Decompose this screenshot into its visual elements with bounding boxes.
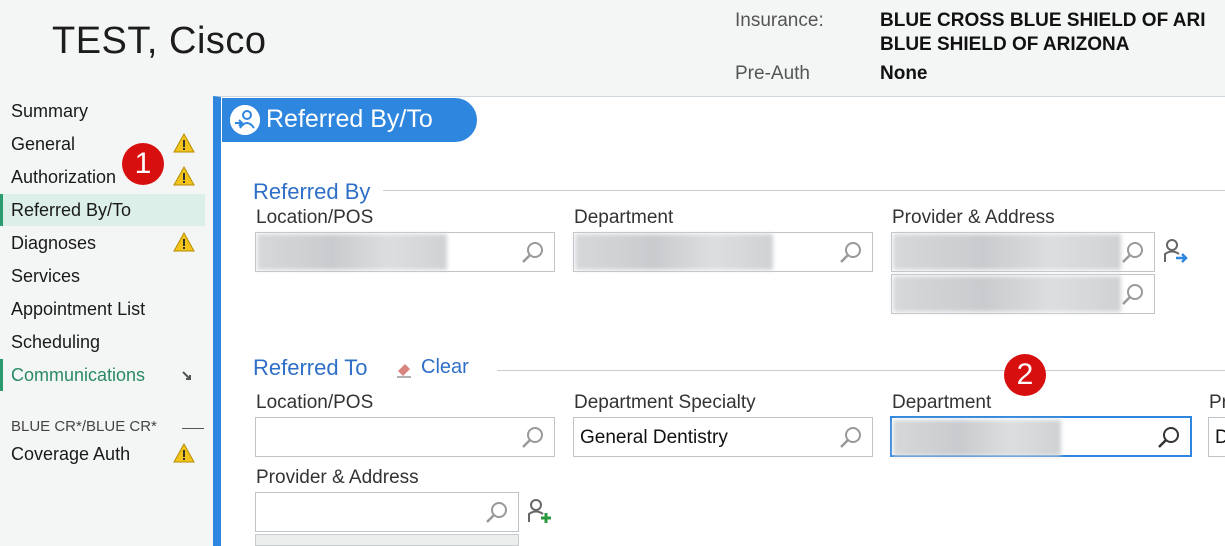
- search-icon[interactable]: [1156, 425, 1182, 451]
- sidebar-item-communications[interactable]: Communications: [0, 359, 205, 391]
- search-icon[interactable]: [520, 425, 546, 451]
- department-specialty-input[interactable]: General Dentistry: [573, 417, 873, 457]
- add-provider-icon[interactable]: [526, 498, 554, 526]
- callout-badge-1: 1: [122, 143, 164, 185]
- referred-by-department-input[interactable]: [573, 232, 873, 272]
- referred-to-provider-label: Provider & Address: [256, 467, 419, 488]
- referred-to-department-label: Department: [892, 392, 992, 413]
- sidebar-nav: Summary General Authorization Referred B…: [0, 96, 210, 546]
- preauth-value: None: [880, 63, 928, 84]
- referred-by-location-label: Location/POS: [256, 207, 374, 228]
- sidebar-item-label: Diagnoses: [11, 233, 97, 253]
- referred-to-location-label: Location/POS: [256, 392, 374, 413]
- department-specialty-value: General Dentistry: [580, 427, 728, 448]
- referred-by-address-input[interactable]: [891, 274, 1155, 314]
- referred-by-provider-label: Provider & Address: [892, 207, 1055, 228]
- search-icon[interactable]: [838, 240, 864, 266]
- sidebar-item-diagnoses[interactable]: Diagnoses: [0, 227, 205, 259]
- provider-link-icon[interactable]: [1162, 238, 1190, 266]
- provider-partial-value: D: [1215, 427, 1225, 448]
- sidebar-item-authorization[interactable]: Authorization: [0, 161, 205, 193]
- referred-by-provider-input[interactable]: [891, 232, 1155, 272]
- search-icon[interactable]: [1120, 240, 1146, 266]
- referred-by-department-label: Department: [574, 207, 674, 228]
- referred-to-provider-partial-input[interactable]: D: [1208, 417, 1225, 457]
- referred-by-title: Referred By: [253, 179, 371, 204]
- warning-icon: [173, 133, 195, 153]
- sidebar-item-label: Services: [11, 266, 81, 286]
- referred-to-divider: [497, 370, 1225, 371]
- search-icon[interactable]: [520, 240, 546, 266]
- insurance-section-label: BLUE CR*/BLUE CR*: [11, 418, 157, 435]
- referred-to-department-input[interactable]: [890, 416, 1192, 457]
- referred-to-address-input[interactable]: [255, 534, 519, 546]
- sidebar-item-label: Appointment List: [11, 299, 146, 319]
- redacted-value: [893, 420, 1061, 456]
- panel-tab-header: Referred By/To: [222, 98, 477, 142]
- warning-icon: [173, 232, 195, 252]
- redacted-value: [893, 234, 1121, 270]
- search-icon[interactable]: [1120, 282, 1146, 308]
- sidebar-item-label: General: [11, 134, 76, 154]
- search-icon[interactable]: [484, 500, 510, 526]
- sidebar-item-label: Referred By/To: [11, 200, 132, 220]
- sidebar-item-label: Coverage Auth: [11, 444, 131, 464]
- insurance-value-line2: BLUE SHIELD OF ARIZONA: [880, 34, 1130, 55]
- patient-name: TEST, Cisco: [52, 20, 267, 62]
- search-icon[interactable]: [838, 425, 864, 451]
- referred-by-location-input[interactable]: [255, 232, 555, 272]
- sidebar-item-appointment-list[interactable]: Appointment List: [0, 293, 205, 325]
- insurance-value-line1: BLUE CROSS BLUE SHIELD OF ARI: [880, 10, 1206, 31]
- sidebar-item-general[interactable]: General: [0, 128, 205, 160]
- patient-header: TEST, Cisco Insurance: BLUE CROSS BLUE S…: [0, 0, 1225, 96]
- sidebar-item-coverage-auth[interactable]: Coverage Auth: [0, 438, 205, 470]
- redacted-value: [257, 234, 447, 270]
- insurance-label: Insurance:: [735, 10, 824, 31]
- redacted-value: [575, 234, 773, 270]
- preauth-label: Pre-Auth: [735, 63, 810, 84]
- referred-by-divider: [383, 190, 1225, 191]
- referred-to-location-input[interactable]: [255, 417, 555, 457]
- warning-icon: [173, 443, 195, 463]
- sidebar-item-label: Summary: [11, 101, 89, 121]
- sidebar-item-services[interactable]: Services: [0, 260, 205, 292]
- sidebar-item-summary[interactable]: Summary: [0, 95, 205, 127]
- warning-icon: [173, 166, 195, 186]
- department-specialty-label: Department Specialty: [574, 392, 756, 413]
- share-arrow-icon: [182, 371, 191, 380]
- panel-title: Referred By/To: [266, 105, 433, 133]
- callout-badge-2: 2: [1004, 354, 1046, 396]
- sidebar-item-label: Authorization: [11, 167, 117, 187]
- sidebar-item-scheduling[interactable]: Scheduling: [0, 326, 205, 358]
- redacted-value: [893, 276, 1121, 312]
- sidebar-item-label: Communications: [11, 365, 146, 385]
- referred-to-provider-partial-label: Pr: [1209, 392, 1225, 413]
- sidebar-item-label: Scheduling: [11, 332, 101, 352]
- eraser-icon: [397, 364, 411, 378]
- sidebar-item-referred-by-to[interactable]: Referred By/To: [0, 194, 205, 226]
- referred-to-provider-input[interactable]: [255, 492, 519, 532]
- section-divider: [182, 428, 204, 429]
- clear-label: Clear: [421, 356, 469, 378]
- referral-icon: [230, 105, 260, 135]
- referred-to-title: Referred To: [253, 355, 368, 380]
